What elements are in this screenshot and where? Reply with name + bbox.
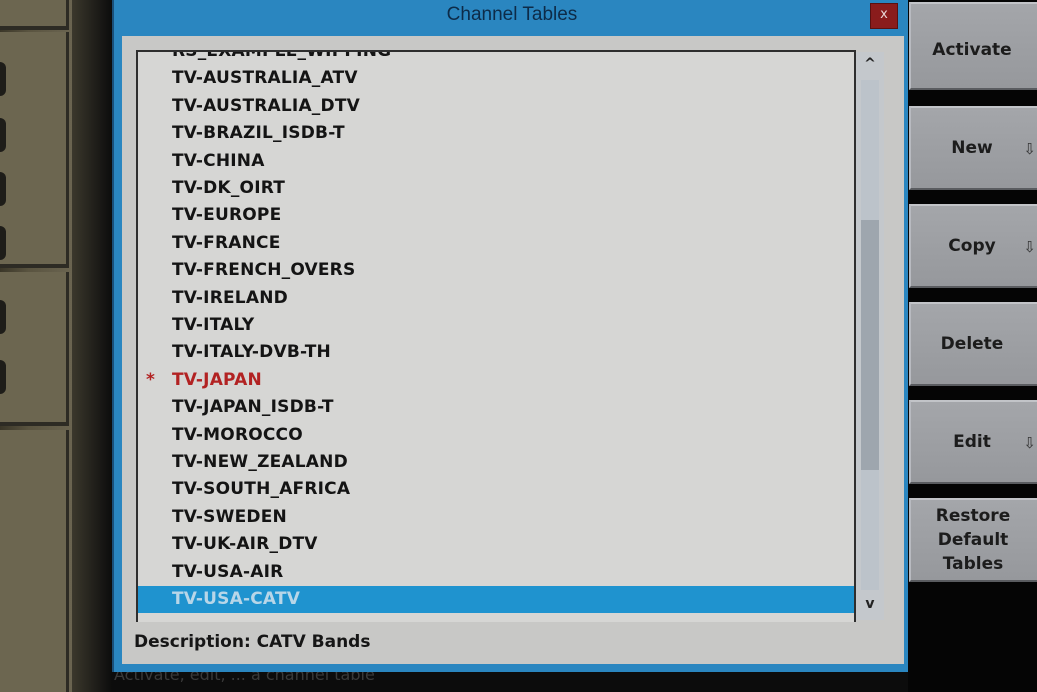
list-item[interactable]: TV-EUROPE <box>138 202 854 229</box>
list-item[interactable]: TV-SOUTH_AFRICA <box>138 476 854 503</box>
list-item[interactable]: TV-SWEDEN <box>138 504 854 531</box>
dialog-title: Channel Tables <box>446 4 578 25</box>
list-item-label: TV-FRENCH_OVERS <box>172 260 356 281</box>
hardware-key[interactable] <box>0 62 6 96</box>
list-item-label: TV-UK-AIR_DTV <box>172 534 318 555</box>
list-item[interactable]: TV-USA-AIR <box>138 559 854 586</box>
title-bar: Channel Tables x <box>114 0 910 34</box>
edit-label: Edit <box>953 432 991 452</box>
dialog-client: RS_EXAMPLE_WIPFING TV-AUSTRALIA_ATV TV-AUS… <box>122 36 904 664</box>
restore-default-tables-label: Restore Default Tables <box>935 506 1011 574</box>
delete-label: Delete <box>940 334 1004 354</box>
list-item-label: TV-AUSTRALIA_ATV <box>172 68 358 89</box>
close-button[interactable]: x <box>870 3 898 29</box>
scroll-thumb[interactable] <box>861 220 879 470</box>
channel-tables-dialog: Channel Tables x RS_EXAMPLE_WIPFING TV-AU… <box>112 0 910 672</box>
list-item-label: TV-CHINA <box>172 150 265 171</box>
list-item[interactable]: TV-NEW_ZEALAND <box>138 449 854 476</box>
bezel-segment <box>0 430 69 692</box>
list-item-label: TV-ITALY-DVB-TH <box>172 342 331 363</box>
list-item-label: TV-JAPAN_ISDB-T <box>172 397 334 418</box>
list-item[interactable]: TV-AUSTRALIA_ATV <box>138 65 854 92</box>
list-item[interactable]: TV-IRELAND <box>138 285 854 312</box>
list-item[interactable]: TV-MOROCCO <box>138 422 854 449</box>
list-item-label: TV-AUSTRALIA_DTV <box>172 95 360 116</box>
bezel-segment <box>0 272 69 426</box>
new-button[interactable]: New ⇩ <box>909 106 1037 190</box>
list-item-label: TV-DK_OIRT <box>172 178 286 198</box>
list-item[interactable]: TV-FRENCH_OVERS <box>138 257 854 284</box>
list-item-label: TV-MOROCCO <box>172 424 303 445</box>
list-item[interactable]: TV-UK-AIR_DTV <box>138 531 854 558</box>
copy-button[interactable]: Copy ⇩ <box>909 204 1037 288</box>
submenu-arrow-icon: ⇩ <box>1023 140 1036 158</box>
active-marker-icon: * <box>146 369 155 390</box>
scroll-up-icon[interactable]: ^ <box>856 56 884 78</box>
list-item-label: TV-NEW_ZEALAND <box>172 452 348 472</box>
list-item[interactable]: TV-USA-CATV <box>138 586 854 613</box>
hardware-key[interactable] <box>0 118 6 152</box>
list-item[interactable]: TV-ITALY-DVB-TH <box>138 339 854 366</box>
new-label: New <box>951 138 993 158</box>
channel-table-list[interactable]: RS_EXAMPLE_WIPFING TV-AUSTRALIA_ATV TV-AUS… <box>136 50 856 622</box>
restore-default-tables-button[interactable]: Restore Default Tables <box>909 498 1037 582</box>
list-item-label: RS_EXAMPLE_WIPFING <box>172 50 392 61</box>
submenu-arrow-icon: ⇩ <box>1023 238 1036 256</box>
list-item[interactable]: * TV-JAPAN <box>138 367 854 394</box>
list-item-label: TV-IRELAND <box>172 287 288 308</box>
copy-label: Copy <box>948 236 996 256</box>
description-label: Description: CATV Bands <box>134 632 371 652</box>
list-item-label: TV-USA-CATV <box>172 589 301 609</box>
softkey-panel: Activate New ⇩ Copy ⇩ Delete Edit ⇩ Restore Defa… <box>908 0 1037 692</box>
list-item[interactable]: RS_EXAMPLE_WIPFING <box>138 50 854 65</box>
instrument-bezel <box>0 0 72 692</box>
bezel-segment <box>0 0 69 30</box>
activate-label: Activate <box>932 40 1012 60</box>
list-item-label: TV-ITALY <box>172 315 255 335</box>
list-item[interactable]: TV-ITALY <box>138 312 854 339</box>
submenu-arrow-icon: ⇩ <box>1023 434 1036 452</box>
list-item[interactable]: TV-JAPAN_ISDB-T <box>138 394 854 421</box>
list-item[interactable]: TV-CHINA <box>138 148 854 175</box>
hardware-key[interactable] <box>0 172 6 206</box>
status-text-label: Activate, edit, ... a channel table <box>114 672 375 684</box>
list-item-label: TV-JAPAN <box>172 369 262 390</box>
list-scrollbar[interactable]: ^ v <box>856 52 884 620</box>
list-item-label: TV-SWEDEN <box>172 506 287 527</box>
bezel-segment <box>0 32 69 268</box>
hardware-key[interactable] <box>0 226 6 260</box>
delete-button[interactable]: Delete <box>909 302 1037 386</box>
hardware-key[interactable] <box>0 360 6 394</box>
hardware-key[interactable] <box>0 300 6 334</box>
activate-button[interactable]: Activate <box>909 2 1037 90</box>
list-item-label: TV-SOUTH_AFRICA <box>172 479 351 500</box>
screen-frame <box>72 0 112 692</box>
scroll-down-icon[interactable]: v <box>856 596 884 618</box>
list-item[interactable]: TV-DK_OIRT <box>138 175 854 202</box>
list-item-label: TV-USA-AIR <box>172 561 284 582</box>
edit-button[interactable]: Edit ⇩ <box>909 400 1037 484</box>
list-item[interactable]: TV-FRANCE <box>138 230 854 257</box>
list-item-label: TV-EUROPE <box>172 205 282 226</box>
status-text: Activate, edit, ... a channel table <box>112 672 908 692</box>
list-item[interactable]: TV-BRAZIL_ISDB-T <box>138 120 854 147</box>
list-item-label: TV-FRANCE <box>172 232 281 253</box>
list-item[interactable]: TV-AUSTRALIA_DTV <box>138 93 854 120</box>
list-item-label: TV-BRAZIL_ISDB-T <box>172 123 345 144</box>
